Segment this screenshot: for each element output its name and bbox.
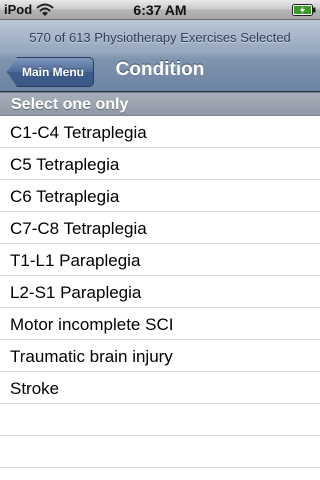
condition-list: C1-C4 Tetraplegia C5 Tetraplegia C6 Tetr… bbox=[0, 116, 320, 468]
list-item-label: L2-S1 Paraplegia bbox=[10, 283, 142, 302]
list-item-label: C5 Tetraplegia bbox=[10, 155, 120, 174]
selection-count-prompt: 570 of 613 Physiotherapy Exercises Selec… bbox=[29, 30, 291, 45]
list-item-label: T1-L1 Paraplegia bbox=[10, 251, 141, 270]
list-item-label: Stroke bbox=[10, 379, 60, 398]
list-item[interactable]: C1-C4 Tetraplegia bbox=[0, 116, 320, 148]
list-item-label: C7-C8 Tetraplegia bbox=[10, 219, 147, 238]
section-header: Select one only bbox=[0, 92, 320, 116]
empty-list-row bbox=[0, 436, 320, 468]
status-time: 6:37 AM bbox=[133, 2, 187, 18]
battery-icon bbox=[292, 4, 316, 16]
list-item[interactable]: Stroke bbox=[0, 372, 320, 404]
list-item-label: Motor incomplete SCI bbox=[10, 315, 174, 334]
list-item[interactable]: C6 Tetraplegia bbox=[0, 180, 320, 212]
list-item[interactable]: Traumatic brain injury bbox=[0, 340, 320, 372]
list-item[interactable]: Motor incomplete SCI bbox=[0, 308, 320, 340]
list-item-label: C6 Tetraplegia bbox=[10, 187, 120, 206]
list-item[interactable]: C5 Tetraplegia bbox=[0, 148, 320, 180]
list-item[interactable]: T1-L1 Paraplegia bbox=[0, 244, 320, 276]
main-menu-back-button[interactable]: Main Menu bbox=[7, 57, 94, 87]
list-item-label: C1-C4 Tetraplegia bbox=[10, 123, 147, 142]
list-item[interactable]: C7-C8 Tetraplegia bbox=[0, 212, 320, 244]
section-header-label: Select one only bbox=[11, 96, 129, 113]
list-item[interactable]: L2-S1 Paraplegia bbox=[0, 276, 320, 308]
status-bar: iPod 6:37 AM bbox=[0, 0, 320, 20]
page-title: Condition bbox=[115, 59, 205, 80]
list-item-label: Traumatic brain injury bbox=[10, 347, 173, 366]
navigation-bar: 570 of 613 Physiotherapy Exercises Selec… bbox=[0, 20, 320, 92]
empty-list-row bbox=[0, 404, 320, 436]
